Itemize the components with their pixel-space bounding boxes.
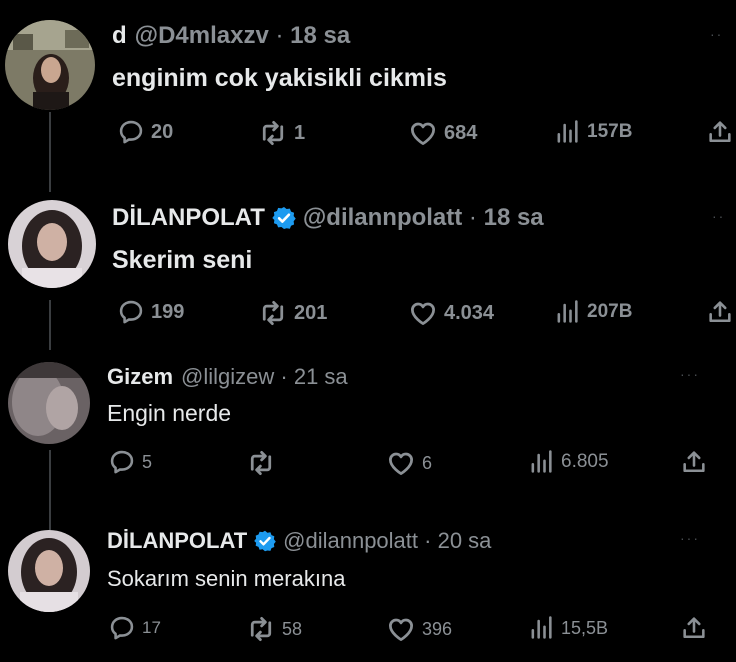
reply-button[interactable]: 17 bbox=[108, 614, 161, 642]
verified-badge-icon bbox=[253, 529, 277, 553]
like-icon bbox=[408, 118, 438, 148]
reply-count: 199 bbox=[151, 300, 185, 323]
share-icon bbox=[680, 448, 708, 476]
more-options-icon[interactable]: ··· bbox=[680, 366, 700, 382]
view-count: 6.805 bbox=[561, 451, 609, 472]
reply-icon bbox=[117, 118, 145, 146]
like-icon bbox=[386, 448, 416, 478]
like-button[interactable]: 6 bbox=[386, 448, 432, 478]
retweet-icon bbox=[246, 448, 276, 478]
view-count: 15,5B bbox=[561, 617, 609, 638]
user-handle[interactable]: @lilgizew bbox=[181, 364, 274, 390]
like-icon bbox=[408, 298, 438, 328]
like-count: 4.034 bbox=[444, 301, 495, 324]
views-button[interactable]: 157B bbox=[553, 118, 632, 146]
user-handle[interactable]: @dilannpolatt bbox=[303, 204, 462, 232]
share-icon bbox=[680, 614, 708, 642]
timestamp[interactable]: 18 sa bbox=[290, 22, 350, 50]
view-count: 207B bbox=[587, 301, 633, 322]
display-name[interactable]: DİLANPOLAT bbox=[112, 204, 265, 232]
retweet-icon bbox=[246, 614, 276, 644]
reply-button[interactable]: 199 bbox=[117, 298, 184, 326]
reply-button[interactable]: 5 bbox=[108, 448, 152, 476]
more-options-icon[interactable]: ·· bbox=[712, 208, 725, 224]
views-button[interactable]: 6.805 bbox=[527, 448, 609, 476]
reply-count: 5 bbox=[142, 451, 153, 472]
share-icon bbox=[706, 118, 734, 146]
timestamp[interactable]: 21 sa bbox=[294, 364, 348, 390]
retweet-icon bbox=[258, 298, 288, 328]
separator-dot: · bbox=[268, 22, 291, 49]
avatar-image bbox=[8, 200, 96, 288]
tweet-header: DİLANPOLAT @dilannpolatt · 18 sa bbox=[112, 204, 544, 232]
like-count: 6 bbox=[422, 452, 433, 473]
view-count: 157B bbox=[587, 121, 633, 142]
reply-count: 17 bbox=[142, 618, 161, 637]
user-handle[interactable]: @D4mlaxzv bbox=[135, 22, 269, 50]
avatar[interactable] bbox=[8, 530, 90, 612]
tweet[interactable]: d @D4mlaxzv · 18 sa ·· enginim cok yakis… bbox=[0, 0, 736, 190]
like-count: 396 bbox=[422, 618, 453, 639]
views-icon bbox=[553, 298, 581, 326]
like-button[interactable]: 684 bbox=[408, 118, 477, 148]
tweet[interactable]: DİLANPOLAT @dilannpolatt · 20 sa ··· Sok… bbox=[0, 520, 736, 662]
timestamp[interactable]: 18 sa bbox=[484, 204, 544, 232]
avatar-image bbox=[8, 362, 90, 444]
like-count: 684 bbox=[444, 121, 478, 144]
verified-badge-icon bbox=[271, 205, 297, 231]
separator-dot: · bbox=[418, 528, 438, 553]
tweet[interactable]: DİLANPOLAT @dilannpolatt · 18 sa ·· Sker… bbox=[0, 190, 736, 350]
tweet-header: d @D4mlaxzv · 18 sa bbox=[112, 22, 350, 50]
retweet-button[interactable] bbox=[246, 448, 282, 478]
retweet-button[interactable]: 1 bbox=[258, 118, 305, 148]
user-handle[interactable]: @dilannpolatt bbox=[283, 528, 418, 554]
retweet-icon bbox=[258, 118, 288, 148]
more-options-icon[interactable]: ·· bbox=[710, 26, 723, 42]
retweet-count: 201 bbox=[294, 301, 328, 324]
share-button[interactable] bbox=[706, 298, 736, 326]
views-button[interactable]: 15,5B bbox=[527, 614, 608, 642]
more-options-icon[interactable]: ··· bbox=[680, 530, 700, 546]
separator-dot: · bbox=[462, 204, 484, 231]
display-name[interactable]: DİLANPOLAT bbox=[107, 528, 247, 554]
avatar[interactable] bbox=[5, 20, 95, 110]
separator-dot: · bbox=[274, 364, 294, 389]
share-icon bbox=[706, 298, 734, 326]
views-icon bbox=[527, 448, 555, 476]
views-icon bbox=[553, 118, 581, 146]
share-button[interactable] bbox=[680, 614, 714, 642]
retweet-button[interactable]: 58 bbox=[246, 614, 302, 644]
views-button[interactable]: 207B bbox=[553, 298, 632, 326]
avatar-image bbox=[5, 20, 95, 110]
share-button[interactable] bbox=[706, 118, 736, 146]
retweet-button[interactable]: 201 bbox=[258, 298, 327, 328]
like-button[interactable]: 396 bbox=[386, 614, 452, 644]
avatar[interactable] bbox=[8, 362, 90, 444]
reply-count: 20 bbox=[151, 120, 174, 143]
tweet-text: Skerim seni bbox=[112, 246, 253, 274]
retweet-count: 58 bbox=[282, 618, 303, 639]
reply-button[interactable]: 20 bbox=[117, 118, 173, 146]
like-icon bbox=[386, 614, 416, 644]
timestamp[interactable]: 20 sa bbox=[438, 528, 492, 554]
display-name[interactable]: d bbox=[112, 22, 127, 50]
avatar-image bbox=[8, 530, 90, 612]
tweet-text: enginim cok yakisikli cikmis bbox=[112, 64, 447, 92]
reply-icon bbox=[108, 614, 136, 642]
tweet-text: Sokarım senin merakına bbox=[107, 566, 346, 591]
tweet-header: Gizem @lilgizew · 21 sa bbox=[107, 364, 348, 390]
display-name[interactable]: Gizem bbox=[107, 364, 173, 390]
reply-icon bbox=[117, 298, 145, 326]
views-icon bbox=[527, 614, 555, 642]
retweet-count: 1 bbox=[294, 121, 306, 144]
tweet-text: Engin nerde bbox=[107, 400, 232, 426]
tweet[interactable]: Gizem @lilgizew · 21 sa ··· Engin nerde … bbox=[0, 350, 736, 520]
like-button[interactable]: 4.034 bbox=[408, 298, 494, 328]
tweet-thread: d @D4mlaxzv · 18 sa ·· enginim cok yakis… bbox=[0, 0, 736, 662]
reply-icon bbox=[108, 448, 136, 476]
avatar[interactable] bbox=[8, 200, 96, 288]
share-button[interactable] bbox=[680, 448, 714, 476]
tweet-header: DİLANPOLAT @dilannpolatt · 20 sa bbox=[107, 528, 491, 554]
